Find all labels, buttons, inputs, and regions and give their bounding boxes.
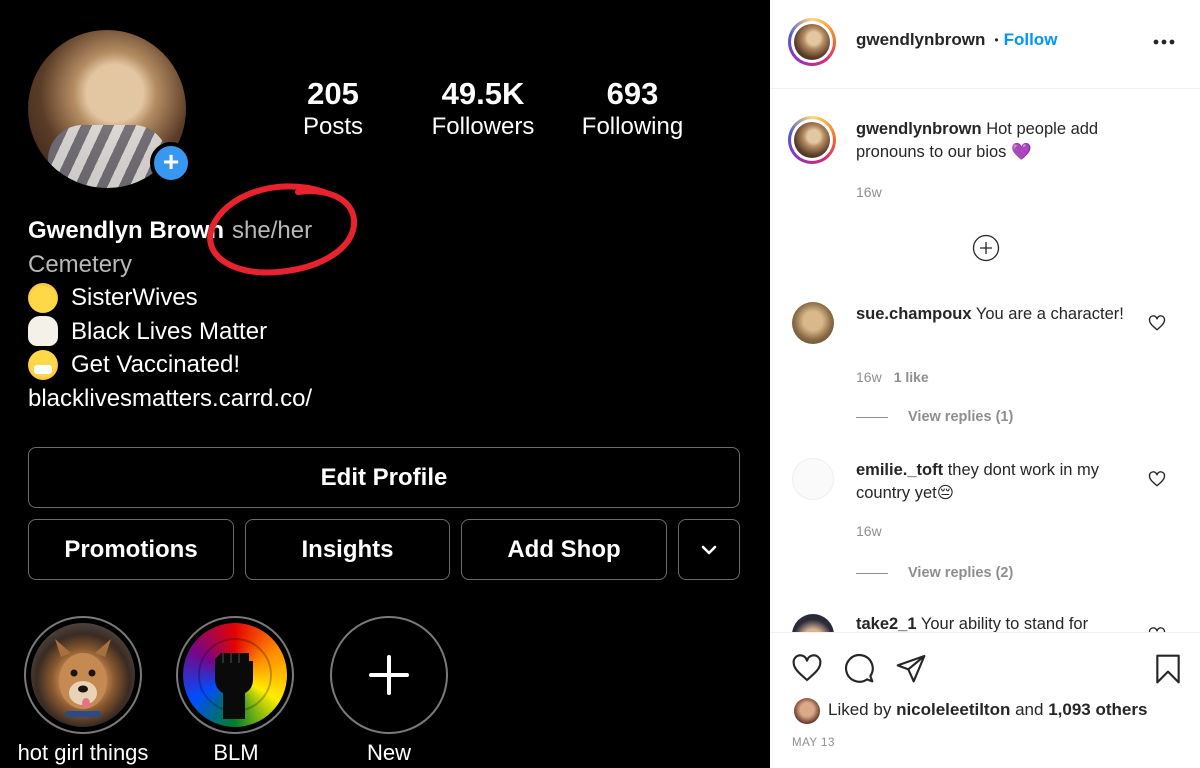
caption-time: 16w xyxy=(856,184,882,200)
add-story-plus-icon[interactable]: + xyxy=(150,142,192,184)
commenter-avatar-take2[interactable] xyxy=(792,614,834,632)
save-bookmark-icon[interactable] xyxy=(1152,652,1184,686)
comment-1-username[interactable]: sue.champoux xyxy=(856,305,972,323)
profile-link[interactable]: blacklivesmatters.carrd.co/ xyxy=(28,382,312,416)
comment-1-replies-label: View replies (1) xyxy=(908,409,1014,425)
replies-dash xyxy=(856,416,888,418)
post-author-username[interactable]: gwendlynbrown xyxy=(856,30,985,50)
actions-divider xyxy=(770,632,1200,633)
chevron-down-icon xyxy=(701,545,717,554)
liked-by-and: and xyxy=(1015,700,1044,719)
promotions-button[interactable]: Promotions xyxy=(28,519,234,580)
post-header: gwendlynbrown • Follow xyxy=(856,30,1057,50)
load-more-comments-icon[interactable] xyxy=(972,234,1000,262)
posts-count: 205 xyxy=(307,76,359,111)
share-paper-plane-icon[interactable] xyxy=(894,652,928,684)
dog-face-icon xyxy=(55,639,111,717)
highlight-hot-girl-things[interactable] xyxy=(24,616,142,734)
following-stat[interactable]: 693 Following xyxy=(570,76,695,142)
follow-button[interactable]: Follow xyxy=(1004,30,1058,50)
comment-1-time: 16w xyxy=(856,369,882,385)
liked-by-line: Liked by nicoleleetilton and 1,093 other… xyxy=(828,700,1147,720)
like-heart-icon[interactable] xyxy=(790,652,824,684)
comment-1-view-replies[interactable]: View replies (1) xyxy=(856,409,1013,425)
post-author-avatar[interactable] xyxy=(788,18,836,66)
highlight-label-new: New xyxy=(366,740,411,765)
liked-by-prefix: Liked by xyxy=(828,700,892,719)
comment-1-heart-icon[interactable] xyxy=(1148,314,1166,332)
medical-mask-face-icon xyxy=(28,349,58,380)
more-options-icon[interactable] xyxy=(1152,36,1176,48)
comment-1-meta: 16w 1 like xyxy=(856,369,929,385)
caption-author-avatar[interactable] xyxy=(788,116,836,164)
followers-count: 49.5K xyxy=(441,76,525,111)
highlight-label-blm: BLM xyxy=(213,740,259,765)
comment-bubble-icon[interactable] xyxy=(842,652,876,684)
header-divider xyxy=(770,88,1200,89)
liker-avatar[interactable] xyxy=(794,698,820,724)
comment-2-time: 16w xyxy=(856,523,882,539)
edit-profile-button[interactable]: Edit Profile xyxy=(28,447,740,508)
bio-line-2: Black Lives Matter xyxy=(71,317,268,345)
comment-3-text: Your ability to stand for xyxy=(920,615,1089,632)
comment-2-view-replies[interactable]: View replies (2) xyxy=(856,565,1013,581)
post-panel: gwendlynbrown • Follow gwendlynbrown Hot… xyxy=(770,0,1200,768)
following-label: Following xyxy=(581,113,684,140)
profile-category: Cemetery xyxy=(28,250,133,278)
highlight-blm[interactable] xyxy=(176,616,294,734)
comment-2: emilie._toft they dont work in my countr… xyxy=(856,459,1146,505)
post-caption: gwendlynbrown Hot people add pronouns to… xyxy=(856,118,1146,164)
post-date: MAY 13 xyxy=(792,737,835,749)
red-circle-annotation xyxy=(207,183,358,276)
commenter-avatar-sue[interactable] xyxy=(792,302,834,344)
plus-icon xyxy=(369,655,409,695)
comment-3: take2_1 Your ability to stand for xyxy=(856,613,1146,632)
following-count: 693 xyxy=(606,76,659,111)
bio-line-3: Get Vaccinated! xyxy=(71,351,240,378)
highlight-new[interactable] xyxy=(330,616,448,734)
caption-username[interactable]: gwendlynbrown xyxy=(856,120,982,138)
posts-stat[interactable]: 205 Posts xyxy=(288,76,378,142)
liked-by-others[interactable]: 1,093 others xyxy=(1048,700,1147,719)
comment-2-username[interactable]: emilie._toft xyxy=(856,461,943,479)
profile-name: Gwendlyn Brown xyxy=(28,217,225,244)
comment-2-replies-label: View replies (2) xyxy=(908,565,1014,581)
comment-1-text: You are a character! xyxy=(975,305,1124,323)
profile-screenshot: + 205 Posts 49.5K Followers 693 Followin… xyxy=(0,0,770,768)
rainbow-fist-image xyxy=(183,623,287,727)
dog-photo xyxy=(31,623,135,727)
comment-2-heart-icon[interactable] xyxy=(1148,470,1166,488)
expand-options-button[interactable] xyxy=(678,519,740,580)
comment-1-likes[interactable]: 1 like xyxy=(894,369,929,385)
posts-label: Posts xyxy=(302,113,364,140)
comment-3-username[interactable]: take2_1 xyxy=(856,615,917,632)
header-separator: • xyxy=(994,33,999,47)
raised-fist-icon xyxy=(28,316,58,347)
highlight-label-hot-girl-things: hot girl things xyxy=(17,740,149,765)
comment-1: sue.champoux You are a character! xyxy=(856,303,1146,326)
liked-by-user[interactable]: nicoleleetilton xyxy=(896,700,1010,719)
replies-dash xyxy=(856,572,888,574)
followers-label: Followers xyxy=(431,113,535,140)
comment-3-clip: take2_1 Your ability to stand for xyxy=(770,600,1200,632)
followers-stat[interactable]: 49.5K Followers xyxy=(418,76,548,142)
bio-line-1: SisterWives xyxy=(71,284,198,311)
smiling-face-with-hearts-icon xyxy=(28,282,58,313)
raised-fist-icon xyxy=(198,638,272,719)
add-shop-button[interactable]: Add Shop xyxy=(461,519,667,580)
insights-button[interactable]: Insights xyxy=(245,519,450,580)
commenter-avatar-emilie[interactable] xyxy=(792,458,834,500)
